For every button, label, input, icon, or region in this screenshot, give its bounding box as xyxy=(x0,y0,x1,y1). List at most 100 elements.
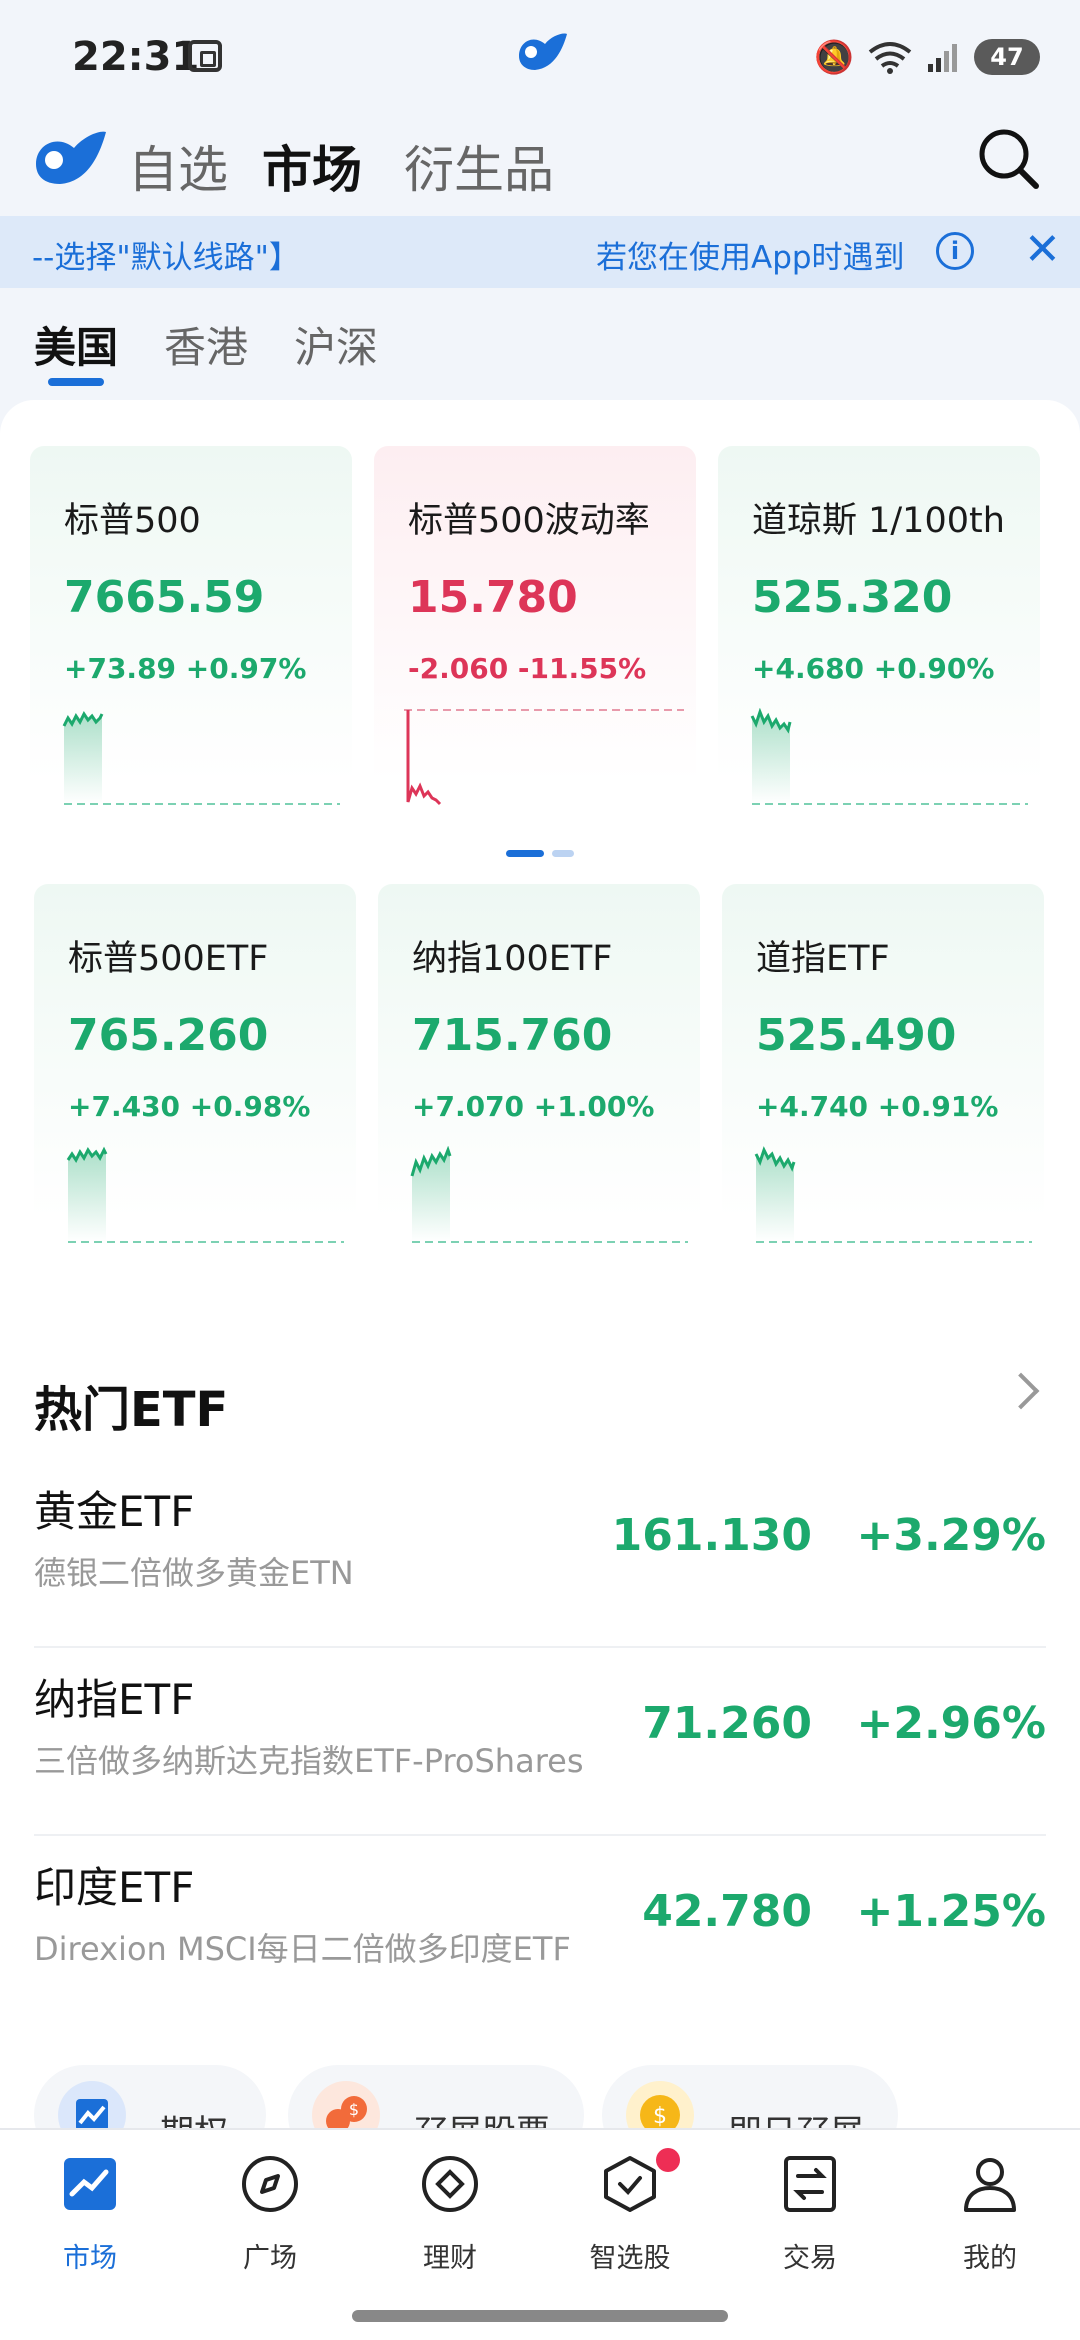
etf-price: 42.780 xyxy=(642,1886,812,1937)
etf-row-nasdaq[interactable]: 纳指ETF 三倍做多纳斯达克指数ETF-ProShares 71.260 +2.… xyxy=(34,1648,1046,1836)
sparkline xyxy=(750,708,1028,805)
bottom-nav: 市场 广场 理财 智选股 交易 我的 xyxy=(0,2128,1080,2340)
dot xyxy=(552,850,574,857)
index-card-sp500[interactable]: 标普500 7665.59 +73.89 +0.97% xyxy=(30,446,352,818)
top-header: 自选 市场 衍生品 xyxy=(0,110,1080,215)
dollar-icon: $ xyxy=(626,2081,694,2128)
index-price: 525.490 xyxy=(756,1010,957,1061)
tab-us[interactable]: 美国 xyxy=(34,314,118,375)
svg-text:$: $ xyxy=(349,2100,359,2119)
index-name: 标普500ETF xyxy=(68,939,269,979)
etf-desc: Direxion MSCI每日二倍做多印度ETF xyxy=(34,1930,571,1968)
coins-icon: $ xyxy=(312,2081,380,2128)
screenshot-icon xyxy=(188,40,222,72)
index-card-nasdaq100-etf[interactable]: 纳指100ETF 715.760 +7.070 +1.00% xyxy=(378,884,700,1256)
chip-intraday-margin[interactable]: $ 即日孖展 xyxy=(602,2065,898,2128)
tab-derivatives[interactable]: 衍生品 xyxy=(404,130,554,202)
nav-wealth[interactable]: 理财 xyxy=(380,2154,520,2294)
home-indicator[interactable] xyxy=(352,2310,728,2322)
nav-market[interactable]: 市场 xyxy=(20,2154,160,2294)
chevron-right-icon[interactable] xyxy=(1002,1372,1040,1410)
status-icons: 🔕 47 xyxy=(814,38,1040,76)
index-name: 道指ETF xyxy=(756,939,890,979)
nav-label: 广场 xyxy=(243,2243,297,2274)
sparkline xyxy=(754,1146,1032,1243)
notice-bar[interactable]: --选择"默认线路"】 若您在使用App时遇到 i ✕ xyxy=(0,216,1080,288)
notice-text-left: --选择"默认线路"】 xyxy=(32,240,300,276)
tab-watchlist[interactable]: 自选 xyxy=(128,130,228,202)
etf-row-gold[interactable]: 黄金ETF 德银二倍做多黄金ETN 161.130 +3.29% xyxy=(34,1460,1046,1648)
index-price: 765.260 xyxy=(68,1010,269,1061)
index-change: +4.740 +0.91% xyxy=(756,1090,999,1123)
compass-icon xyxy=(242,2156,298,2212)
region-tabs: 美国 香港 沪深 xyxy=(0,300,1080,400)
index-card-vix[interactable]: 标普500波动率 15.780 -2.060 -11.55% xyxy=(374,446,696,818)
etf-pct: +1.25% xyxy=(856,1886,1046,1937)
index-name: 标普500 xyxy=(64,501,201,541)
tab-sh-sz[interactable]: 沪深 xyxy=(294,314,378,375)
etf-pct: +2.96% xyxy=(856,1698,1046,1749)
nav-label: 交易 xyxy=(783,2243,837,2274)
notice-text-right: 若您在使用App时遇到 xyxy=(596,240,905,276)
index-price: 525.320 xyxy=(752,572,953,623)
dot-active xyxy=(506,850,544,857)
nav-label: 理财 xyxy=(423,2243,477,2274)
nav-plaza[interactable]: 广场 xyxy=(200,2154,340,2294)
market-icon xyxy=(64,2158,116,2210)
status-bar: 22:31 🔕 47 xyxy=(0,0,1080,110)
etf-desc: 三倍做多纳斯达克指数ETF-ProShares xyxy=(34,1742,584,1780)
index-change: +73.89 +0.97% xyxy=(64,652,307,685)
hexagon-check-icon xyxy=(604,2156,656,2212)
index-card-dow-etf[interactable]: 道指ETF 525.490 +4.740 +0.91% xyxy=(722,884,1044,1256)
chip-label: 孖展股票 xyxy=(414,2105,550,2128)
chip-label: 即日孖展 xyxy=(728,2105,864,2128)
diamond-icon xyxy=(422,2156,478,2212)
app-logo-icon xyxy=(519,33,567,70)
index-name: 纳指100ETF xyxy=(412,939,613,979)
svg-text:$: $ xyxy=(653,2104,667,2128)
nav-me[interactable]: 我的 xyxy=(920,2154,1060,2294)
info-icon[interactable]: i xyxy=(936,232,974,270)
etf-desc: 德银二倍做多黄金ETN xyxy=(34,1554,354,1592)
etf-row-india[interactable]: 印度ETF Direxion MSCI每日二倍做多印度ETF 42.780 +1… xyxy=(34,1836,1046,2024)
search-icon[interactable] xyxy=(976,126,1042,192)
etf-price: 161.130 xyxy=(611,1510,812,1561)
etf-price: 71.260 xyxy=(642,1698,812,1749)
etf-name: 纳指ETF xyxy=(34,1675,195,1724)
main-content: 标普500 7665.59 +73.89 +0.97% 标普500波动率 15.… xyxy=(0,400,1080,2128)
battery-indicator: 47 xyxy=(974,39,1040,75)
index-card-sp500-etf[interactable]: 标普500ETF 765.260 +7.430 +0.98% xyxy=(34,884,356,1256)
chip-margin-stocks[interactable]: $ 孖展股票 xyxy=(288,2065,584,2128)
close-icon[interactable]: ✕ xyxy=(1024,226,1061,274)
sparkline xyxy=(410,1146,688,1243)
status-time: 22:31 xyxy=(72,34,200,80)
index-price: 7665.59 xyxy=(64,572,265,623)
brand-logo-icon xyxy=(36,131,106,184)
sparkline xyxy=(404,709,684,806)
sparkline xyxy=(66,1146,344,1243)
mute-icon: 🔕 xyxy=(814,38,854,76)
chip-options[interactable]: 期权 xyxy=(34,2065,266,2128)
nav-label: 我的 xyxy=(963,2243,1017,2274)
chip-label: 期权 xyxy=(160,2105,228,2128)
notification-dot xyxy=(656,2148,680,2172)
index-change: +7.430 +0.98% xyxy=(68,1090,311,1123)
signal-icon xyxy=(928,44,957,72)
nav-label: 市场 xyxy=(63,2243,117,2274)
tab-market[interactable]: 市场 xyxy=(262,130,362,202)
sparkline xyxy=(62,711,340,805)
nav-trade[interactable]: 交易 xyxy=(740,2154,880,2294)
section-title-hot-etf: 热门ETF xyxy=(34,1382,229,1438)
trade-icon xyxy=(784,2156,836,2212)
index-change: -2.060 -11.55% xyxy=(408,652,647,685)
index-name: 标普500波动率 xyxy=(408,501,650,541)
user-icon xyxy=(964,2158,1016,2212)
feature-chips: 期权 $ 孖展股票 $ 即日孖展 xyxy=(0,2065,1080,2128)
chart-icon xyxy=(58,2081,126,2128)
nav-smart-stock[interactable]: 智选股 xyxy=(560,2148,700,2294)
index-card-dow[interactable]: 道琼斯 1/100th 525.320 +4.680 +0.90% xyxy=(718,446,1040,818)
tab-underline xyxy=(48,378,104,386)
etf-pct: +3.29% xyxy=(856,1510,1046,1561)
tab-hk[interactable]: 香港 xyxy=(164,314,248,375)
index-price: 715.760 xyxy=(412,1010,613,1061)
